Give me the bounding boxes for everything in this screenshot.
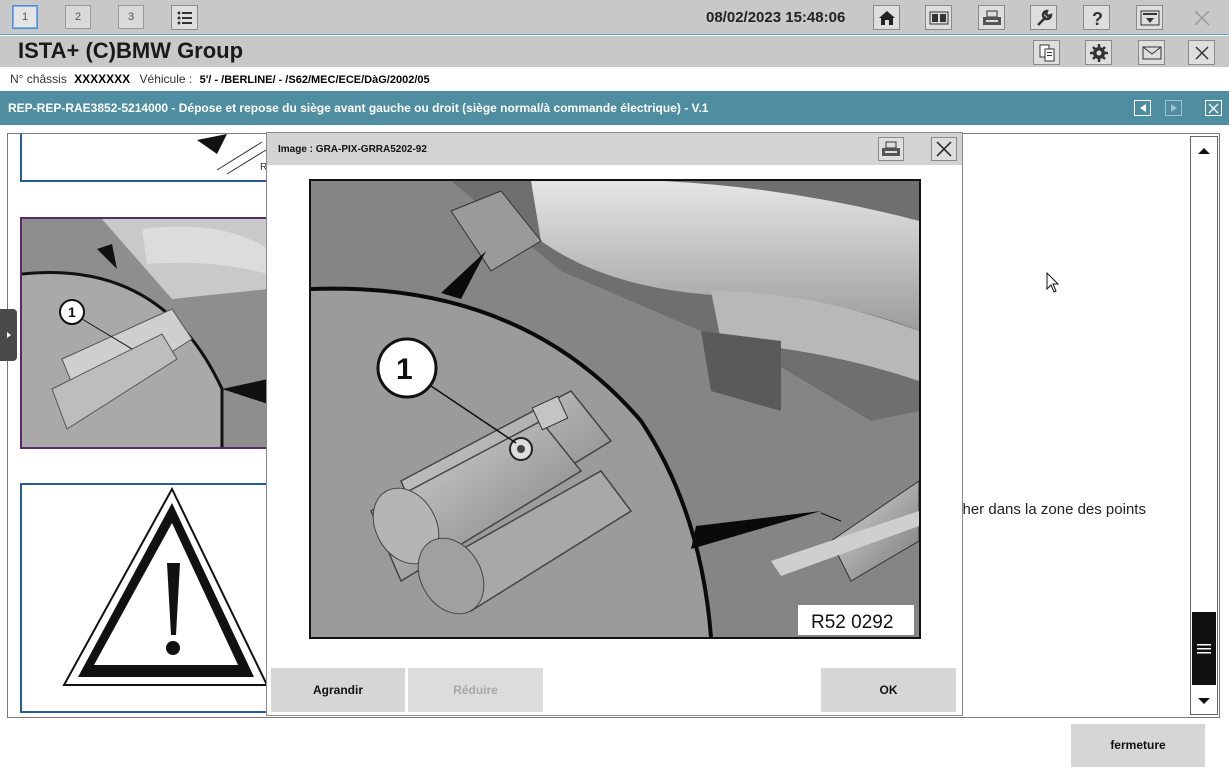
warning-icon bbox=[62, 486, 269, 686]
scroll-up-icon[interactable] bbox=[1192, 140, 1216, 162]
image-dialog-title: Image : GRA-PIX-GRRA5202-92 bbox=[278, 144, 427, 155]
tab-2[interactable]: 2 bbox=[65, 5, 91, 29]
close-dialog-icon[interactable] bbox=[931, 137, 957, 161]
body-text-fragment: cher dans la zone des points bbox=[955, 501, 1146, 518]
reduce-button[interactable]: Réduire bbox=[408, 668, 543, 712]
image-dialog: Image : GRA-PIX-GRRA5202-92 1 R52 0292 A… bbox=[266, 132, 963, 716]
home-icon[interactable] bbox=[873, 5, 900, 30]
side-panel-toggle[interactable] bbox=[0, 309, 17, 361]
figure-top-partial[interactable]: R bbox=[20, 134, 270, 182]
document-icon[interactable] bbox=[1033, 40, 1060, 65]
datetime-display: 08/02/2023 15:48:06 bbox=[706, 9, 846, 26]
list-icon[interactable] bbox=[171, 5, 198, 30]
close-document-icon[interactable] bbox=[1205, 100, 1222, 116]
vehicle-label: Véhicule : bbox=[139, 72, 193, 86]
seat-rail-photo: 1 R52 0292 bbox=[309, 179, 921, 639]
document-header: REP-REP-RAE3852-5214000 - Dépose et repo… bbox=[0, 91, 1229, 125]
vehicle-info-row: N° châssis XXXXXXX Véhicule : 5'/ - /BER… bbox=[0, 67, 1229, 91]
svg-text:?: ? bbox=[1092, 9, 1103, 27]
wrench-icon[interactable] bbox=[1030, 5, 1057, 30]
callout-1-thumbnail: 1 bbox=[68, 304, 76, 320]
fermeture-button[interactable]: fermeture bbox=[1071, 724, 1205, 767]
print-icon[interactable] bbox=[978, 5, 1005, 30]
split-view-icon[interactable] bbox=[925, 5, 952, 30]
figure-warning[interactable] bbox=[20, 483, 270, 713]
chassis-label: N° châssis bbox=[10, 72, 67, 86]
seat-thumbnail-photo: 1 bbox=[21, 219, 268, 447]
help-icon[interactable]: ? bbox=[1083, 5, 1110, 30]
previous-icon[interactable] bbox=[1134, 100, 1151, 116]
tab-1[interactable]: 1 bbox=[12, 5, 38, 29]
figure-top-illustration: R bbox=[197, 134, 267, 175]
enlarge-button[interactable]: Agrandir bbox=[271, 668, 405, 712]
figure-seat-thumbnail[interactable]: 1 bbox=[20, 217, 270, 449]
app-title: ISTA+ (C)BMW Group bbox=[18, 38, 244, 63]
image-reference-label: R52 0292 bbox=[811, 612, 893, 633]
close-app-icon[interactable] bbox=[1188, 5, 1215, 30]
scroll-thumb[interactable] bbox=[1192, 612, 1216, 685]
vehicle-value: 5'/ - /BERLINE/ - /S62/MEC/ECE/DàG/2002/… bbox=[199, 74, 430, 86]
mouse-cursor-icon bbox=[1046, 271, 1060, 299]
chassis-value: XXXXXXX bbox=[74, 72, 131, 86]
ok-button[interactable]: OK bbox=[821, 668, 956, 712]
callout-1: 1 bbox=[396, 353, 413, 386]
print-image-icon[interactable] bbox=[878, 137, 904, 161]
next-icon[interactable] bbox=[1165, 100, 1182, 116]
close-icon[interactable] bbox=[1188, 40, 1215, 65]
mail-icon[interactable] bbox=[1138, 40, 1165, 65]
top-toolbar: 1 2 3 08/02/2023 15:48:06 ? bbox=[0, 0, 1229, 35]
scroll-down-icon[interactable] bbox=[1192, 690, 1216, 712]
download-icon[interactable] bbox=[1136, 5, 1163, 30]
seat-rail-illustration: 1 R52 0292 bbox=[310, 179, 920, 638]
image-dialog-header: Image : GRA-PIX-GRRA5202-92 bbox=[267, 133, 962, 165]
app-titlebar: ISTA+ (C)BMW Group bbox=[0, 36, 1229, 67]
gear-icon[interactable] bbox=[1085, 40, 1112, 65]
document-title: REP-REP-RAE3852-5214000 - Dépose et repo… bbox=[8, 101, 709, 115]
tab-3[interactable]: 3 bbox=[118, 5, 144, 29]
